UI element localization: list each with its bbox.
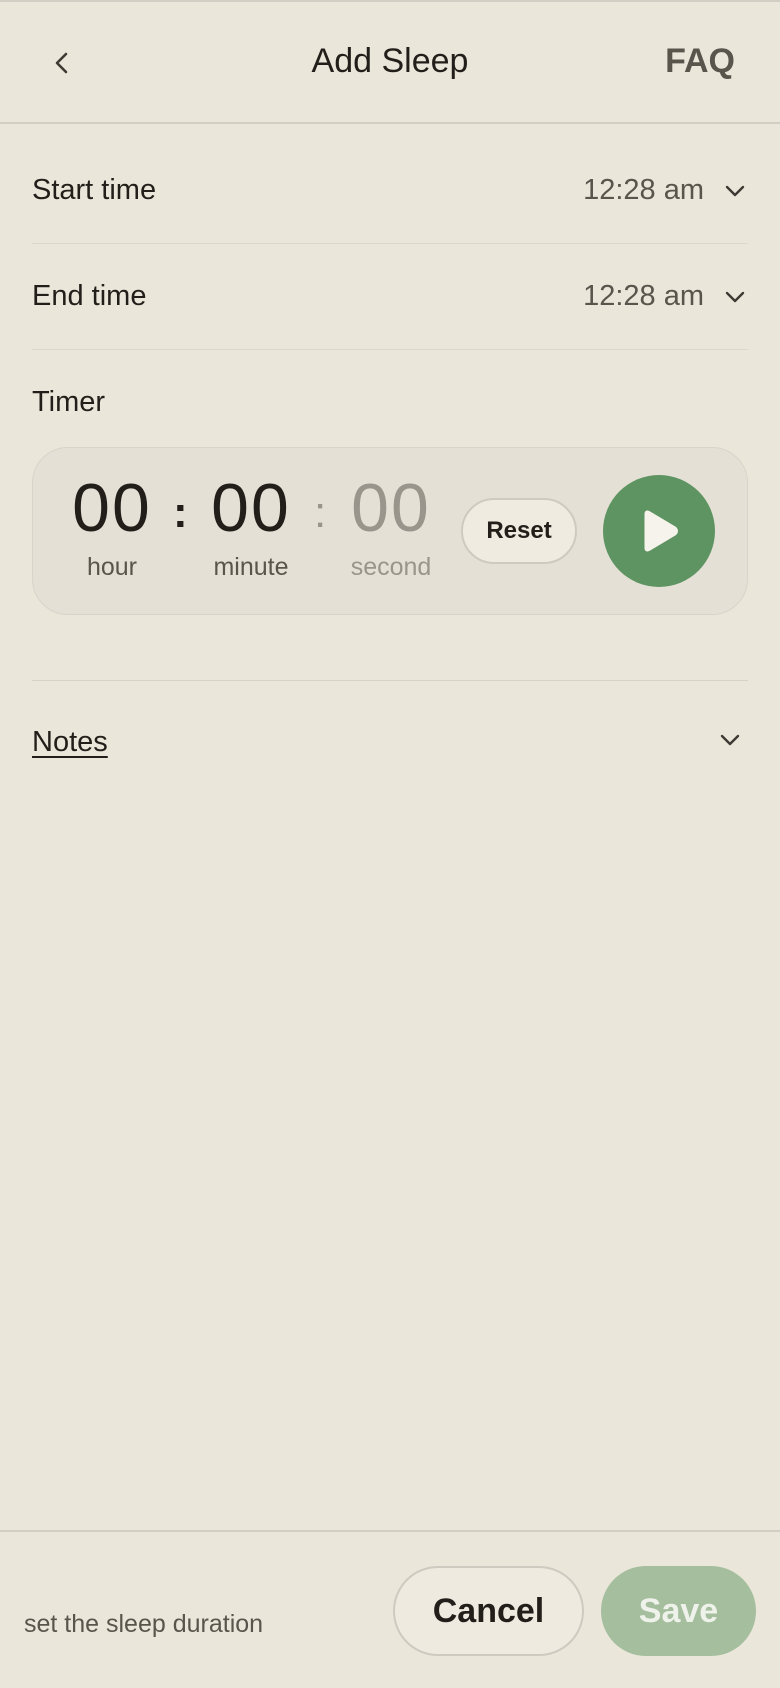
timer-hour-value: 00 <box>72 470 152 546</box>
timer-second-value: 00 <box>351 470 431 546</box>
start-time-value: 12:28 am <box>583 174 704 206</box>
start-time-row[interactable]: Start time 12:28 am <box>32 138 748 244</box>
timer-hour-label: hour <box>86 553 138 581</box>
play-icon <box>644 510 678 552</box>
chevron-left-icon <box>55 52 68 74</box>
reset-button[interactable]: Reset <box>461 498 577 564</box>
section-divider <box>32 680 748 681</box>
timer-minute-value: 00 <box>211 470 291 546</box>
end-time-picker[interactable]: 12:28 am <box>583 280 748 313</box>
footer: set the sleep duration Cancel Save <box>0 1530 780 1688</box>
notes-row[interactable]: Notes <box>32 712 748 772</box>
chevron-down-icon[interactable] <box>718 732 742 753</box>
timer-second-label: second <box>350 553 432 581</box>
faq-link[interactable]: FAQ <box>665 42 735 81</box>
end-time-value: 12:28 am <box>583 280 704 312</box>
hint-text: set the sleep duration <box>24 1610 264 1638</box>
timer-label: Timer <box>32 386 106 418</box>
save-button[interactable]: Save <box>601 1566 756 1656</box>
timer-separator: : <box>173 488 188 537</box>
timer-second: 00 second <box>331 468 451 582</box>
end-time-label: End time <box>32 280 147 312</box>
timer-hour: 00 hour <box>52 468 172 582</box>
add-sleep-screen: Add Sleep FAQ Start time 12:28 am End ti… <box>0 0 780 1688</box>
chevron-down-icon <box>722 178 748 204</box>
notes-label[interactable]: Notes <box>32 726 108 759</box>
page-title: Add Sleep <box>311 42 469 80</box>
timer-separator: : <box>314 488 327 537</box>
end-time-row[interactable]: End time 12:28 am <box>32 244 748 350</box>
header: Add Sleep FAQ <box>0 0 780 124</box>
timer-minute-label: minute <box>213 553 289 581</box>
play-button[interactable] <box>603 475 715 587</box>
start-time-picker[interactable]: 12:28 am <box>583 174 748 207</box>
back-button[interactable] <box>38 39 86 87</box>
timer-card: 00 hour : 00 minute : 00 second Reset <box>32 447 748 615</box>
cancel-button[interactable]: Cancel <box>393 1566 584 1656</box>
timer-minute: 00 minute <box>191 468 311 582</box>
chevron-down-icon <box>722 284 748 310</box>
start-time-label: Start time <box>32 174 157 206</box>
